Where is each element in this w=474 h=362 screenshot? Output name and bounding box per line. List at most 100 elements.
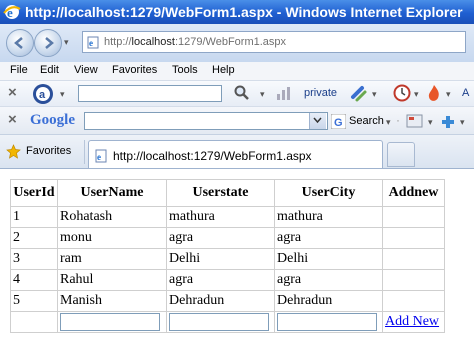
google-g-icon[interactable]: G [331, 114, 346, 129]
new-userstate-input[interactable] [169, 313, 269, 331]
table-row: 2 monu agra agra [10, 227, 445, 249]
title-bar: e http://localhost:1279/WebForm1.aspx - … [0, 0, 474, 24]
menu-tools[interactable]: Tools [172, 64, 198, 76]
col-username-header: UserName [57, 179, 167, 207]
cell-usercity: mathura [274, 206, 383, 228]
toolbar-separator-icon: · [396, 113, 400, 127]
flame-icon[interactable] [426, 84, 442, 102]
menu-favorites[interactable]: Favorites [112, 64, 157, 76]
search-icon[interactable] [234, 85, 250, 101]
history-dropdown[interactable]: ▾ [64, 37, 69, 48]
google-search-button[interactable]: Search [349, 115, 384, 127]
page-icon: e [87, 36, 99, 49]
menu-edit[interactable]: Edit [40, 64, 59, 76]
menu-bar: File Edit View Favorites Tools Help [0, 62, 474, 80]
star-icon [6, 144, 21, 159]
cell-addnew [382, 269, 445, 291]
back-icon [14, 37, 23, 49]
cell-usercity: agra [274, 269, 383, 291]
cell-userid: 4 [10, 269, 58, 291]
cell-username: Rahul [57, 269, 167, 291]
svg-text:e: e [97, 152, 101, 162]
cell-addnew [382, 206, 445, 228]
address-url: http://localhost:1279/WebForm1.aspx [104, 36, 287, 48]
cell-username: Rohatash [57, 206, 167, 228]
table-row: 5 Manish Dehradun Dehradun [10, 290, 445, 312]
col-userid-header: UserId [10, 179, 58, 207]
link-icon[interactable] [350, 85, 368, 103]
clock-icon[interactable] [393, 84, 411, 102]
cell-userid: 5 [10, 290, 58, 312]
cell-usercity: Dehradun [274, 290, 383, 312]
ie-logo-icon: e [3, 5, 21, 20]
google-search-dropdown[interactable]: ▾ [386, 117, 391, 128]
toolbar-1: × a ▾ ▾ private ▾ ▾ ▾ A [0, 80, 474, 107]
google-search-input[interactable] [84, 112, 328, 130]
cell-userstate: Delhi [166, 248, 275, 270]
cell-username: ram [57, 248, 167, 270]
cell-username: monu [57, 227, 167, 249]
forward-icon [45, 37, 54, 49]
svg-text:G: G [334, 117, 343, 129]
flame-dropdown[interactable]: ▾ [446, 89, 451, 100]
footer-row: Add New [10, 311, 445, 333]
google-toolbar: × Google G Search ▾ · ▾ ▾ [0, 106, 474, 135]
menu-view[interactable]: View [74, 64, 98, 76]
page-content: UserId UserName Userstate UserCity Addne… [0, 168, 474, 362]
new-username-input[interactable] [60, 313, 160, 331]
tab-webform1[interactable]: e http://localhost:1279/WebForm1.aspx [88, 140, 383, 169]
plus-icon[interactable] [440, 114, 456, 130]
cell-userstate: mathura [166, 206, 275, 228]
ask-logo-icon[interactable]: a [32, 83, 54, 105]
cell-userstate: agra [166, 269, 275, 291]
col-usercity-header: UserCity [274, 179, 383, 207]
menu-help[interactable]: Help [212, 64, 235, 76]
users-table: UserId UserName Userstate UserCity Addne… [10, 179, 445, 333]
table-row: 4 Rahul agra agra [10, 269, 445, 291]
private-label[interactable]: private [304, 87, 337, 99]
cell-username: Manish [57, 290, 167, 312]
google-logo: Google [30, 112, 75, 128]
close-icon[interactable]: × [8, 84, 17, 101]
favorites-bar: Favorites e http://localhost:1279/WebFor… [0, 134, 474, 169]
table-row: 3 ram Delhi Delhi [10, 248, 445, 270]
google-dropdown-button[interactable] [309, 113, 326, 129]
plus-dropdown[interactable]: ▾ [460, 117, 465, 128]
cell-addnew [382, 290, 445, 312]
bookmark-icon[interactable] [406, 114, 424, 129]
back-button[interactable] [6, 29, 34, 57]
search-dropdown[interactable]: ▾ [260, 89, 265, 100]
address-row: ▾ e http://localhost:1279/WebForm1.aspx [0, 24, 474, 63]
menu-file[interactable]: File [10, 64, 28, 76]
cell-userid: 3 [10, 248, 58, 270]
clock-dropdown[interactable]: ▾ [414, 89, 419, 100]
window-title: http://localhost:1279/WebForm1.aspx - Wi… [25, 4, 463, 20]
toolbar-search-input[interactable] [78, 85, 222, 102]
footer-add-cell: Add New [382, 311, 445, 333]
new-tab-button[interactable] [387, 142, 415, 167]
cell-usercity: Delhi [274, 248, 383, 270]
col-userstate-header: Userstate [166, 179, 275, 207]
cell-userstate: agra [166, 227, 275, 249]
forward-button[interactable] [34, 29, 62, 57]
separator [84, 140, 85, 164]
cell-usercity: agra [274, 227, 383, 249]
svg-text:a: a [39, 89, 46, 101]
link-dropdown[interactable]: ▾ [372, 89, 377, 100]
cell-userstate: Dehradun [166, 290, 275, 312]
add-new-link[interactable]: Add New [385, 314, 439, 329]
bar-chart-icon[interactable] [276, 85, 292, 101]
tab-label: http://localhost:1279/WebForm1.aspx [113, 149, 312, 163]
chevron-down-icon [313, 117, 322, 124]
favorites-label: Favorites [26, 145, 72, 157]
ask-dropdown[interactable]: ▾ [60, 89, 65, 100]
footer-empty-cell [10, 311, 58, 333]
cell-addnew [382, 227, 445, 249]
close-icon[interactable]: × [8, 111, 17, 128]
bookmark-dropdown[interactable]: ▾ [428, 117, 433, 128]
cell-addnew [382, 248, 445, 270]
new-usercity-input[interactable] [277, 313, 377, 331]
address-bar[interactable]: e http://localhost:1279/WebForm1.aspx [82, 31, 466, 53]
page-icon: e [95, 149, 107, 163]
col-addnew-header: Addnew [382, 179, 445, 207]
